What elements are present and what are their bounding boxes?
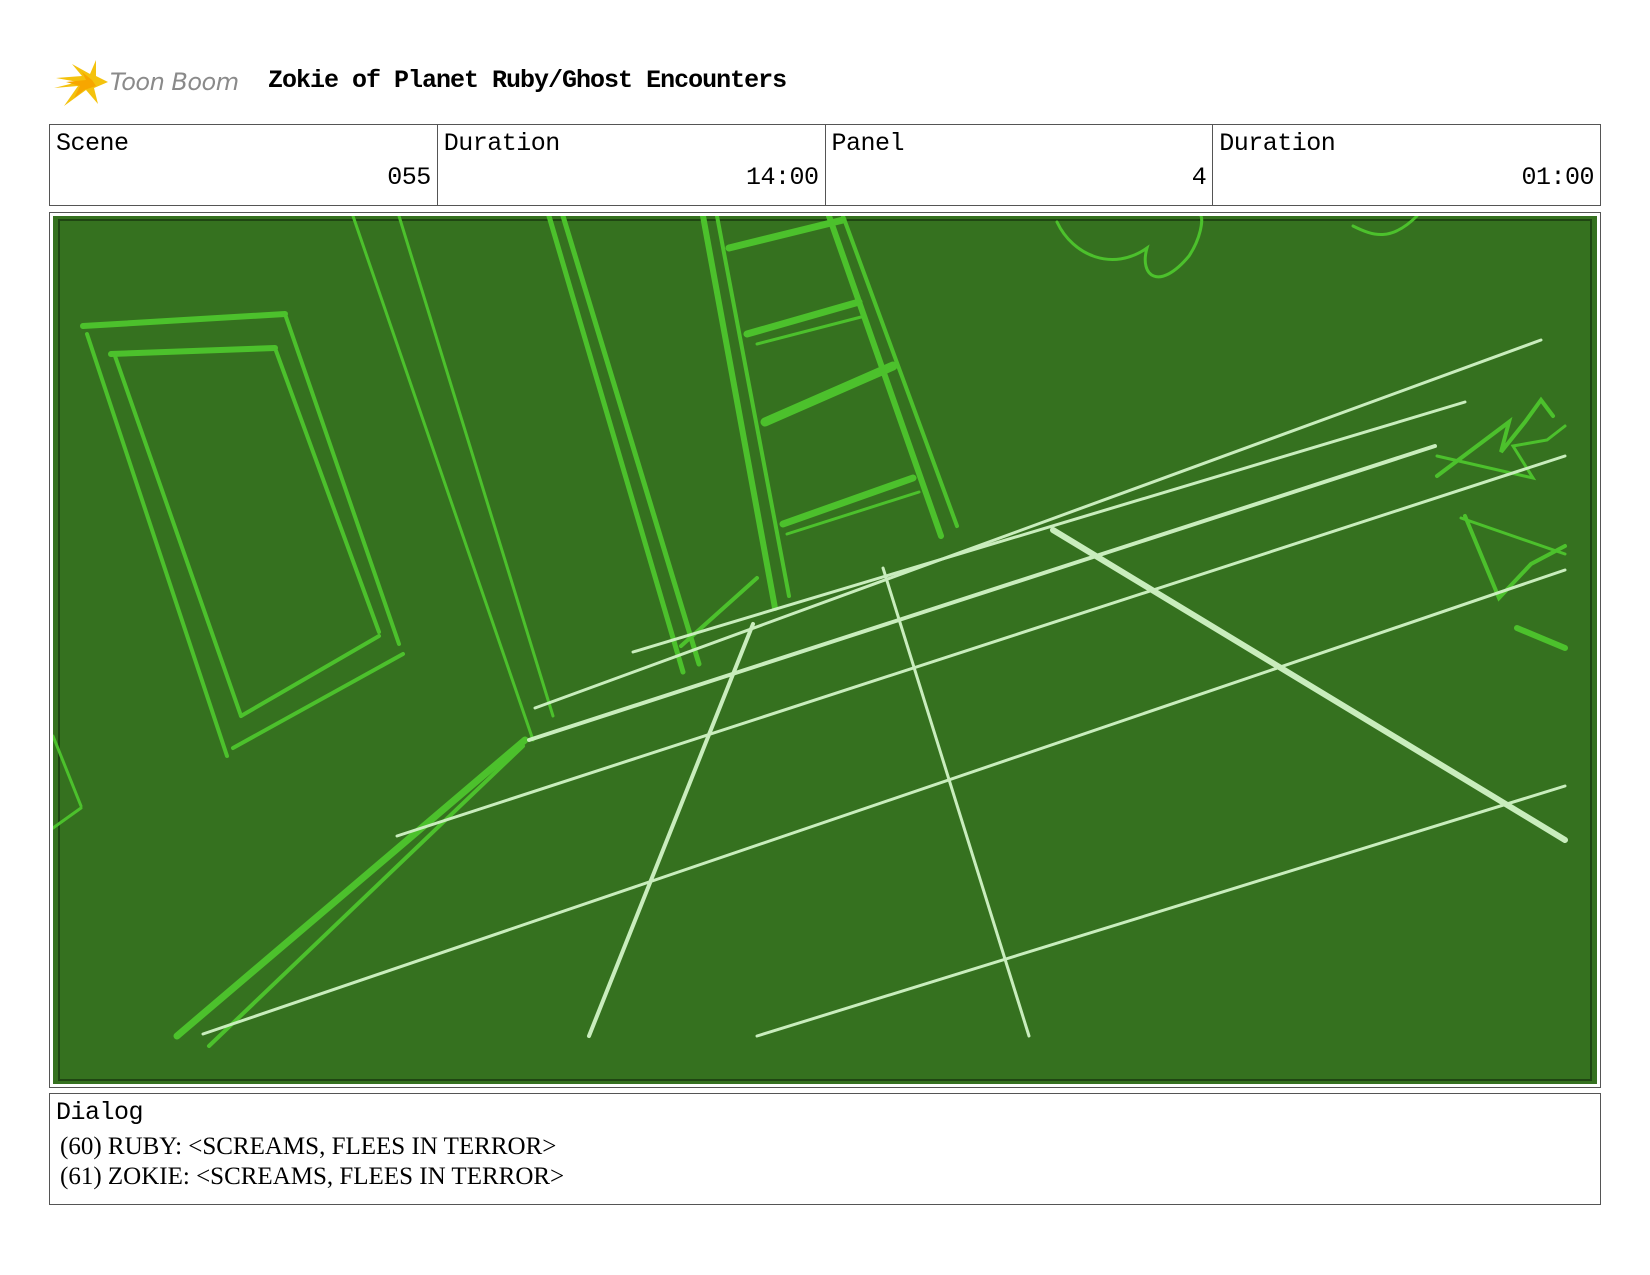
dialog-line: (60) RUBY: <SCREAMS, FLEES IN TERROR> [60, 1133, 557, 1160]
panel-label: Panel [831, 129, 905, 158]
storyboard-panel [49, 212, 1601, 1088]
panel-duration-label: Duration [1219, 129, 1336, 158]
dialog-label: Dialog [56, 1098, 144, 1127]
scene-value: 055 [387, 163, 431, 192]
scene-duration-label: Duration [443, 129, 561, 158]
page-title: Zokie of Planet Ruby/Ghost Encounters [268, 66, 787, 95]
toon-boom-logo: Toon Boom [52, 56, 252, 108]
dialog-lines: (60) RUBY: <SCREAMS, FLEES IN TERROR> (6… [60, 1132, 564, 1192]
scene-duration-cell: Duration 14:00 [438, 125, 826, 205]
dialog-line: (61) ZOKIE: <SCREAMS, FLEES IN TERROR> [60, 1163, 565, 1190]
panel-cell: Panel 4 [826, 125, 1214, 205]
scene-cell: Scene 055 [50, 125, 438, 205]
panel-duration-cell: Duration 01:00 [1213, 125, 1600, 205]
scene-label: Scene [56, 129, 129, 158]
dialog-box: Dialog (60) RUBY: <SCREAMS, FLEES IN TER… [49, 1093, 1601, 1205]
panel-duration-value: 01:00 [1521, 163, 1594, 192]
logo-text: Toon Boom [110, 68, 239, 96]
scene-duration-value: 14:00 [745, 163, 819, 192]
scene-info-table: Scene 055 Duration 14:00 Panel 4 Duratio… [49, 124, 1601, 206]
panel-value: 4 [1191, 163, 1207, 192]
panel-sketch [53, 216, 1597, 1084]
starburst-icon [54, 60, 108, 106]
storyboard-header: Toon Boom Zokie of Planet Ruby/Ghost Enc… [52, 56, 1052, 108]
